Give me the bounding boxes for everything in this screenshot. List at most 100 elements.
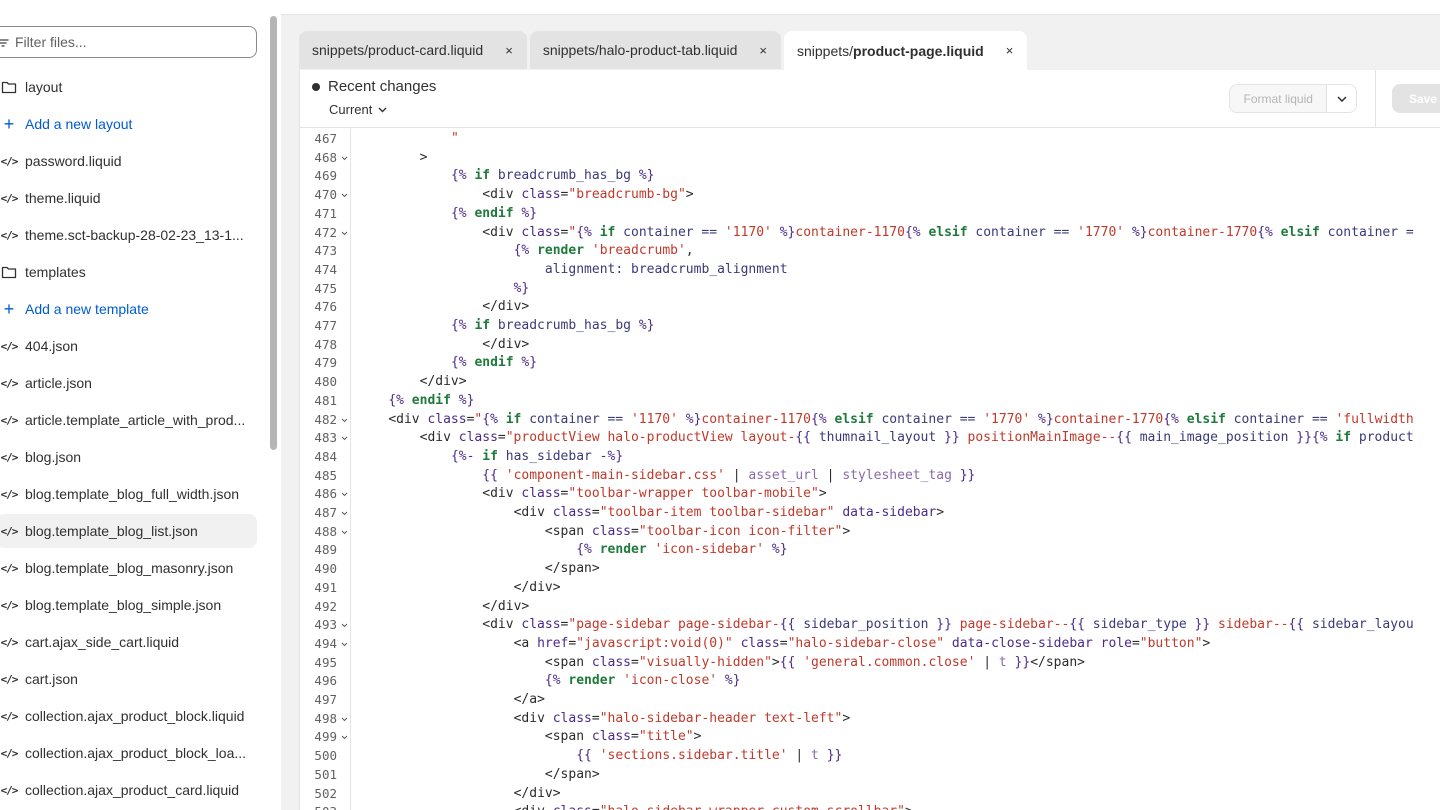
line-number: 478	[314, 336, 337, 352]
folder-item[interactable]: layout	[0, 70, 257, 104]
format-options-button[interactable]	[1327, 85, 1356, 112]
item-label: theme.liquid	[25, 190, 101, 206]
code-line: 475%}	[300, 279, 1440, 298]
line-number: 501	[314, 766, 337, 782]
code-line: 478 </div>	[300, 335, 1440, 354]
code-line: 483 <div class="productView halo-productV…	[300, 428, 1440, 447]
line-number: 484	[314, 448, 337, 464]
file-item[interactable]: </> theme.liquid	[0, 181, 257, 215]
code-file-icon: </>	[0, 154, 19, 168]
tab-filename: product-page.liquid	[853, 42, 984, 59]
fold-chevron-icon[interactable]	[341, 186, 348, 205]
code-text: {% render 'breadcrumb',	[513, 243, 694, 259]
code-line: 474 alignment: breadcrumb_alignment	[300, 260, 1440, 279]
file-item[interactable]: </> blog.json	[0, 440, 257, 474]
plus-icon: +	[3, 298, 15, 319]
code-line: 503 <div class="halo-sidebar-wrapper cust…	[300, 802, 1440, 810]
code-editor: Recent changes Current Format liquid Sav…	[299, 70, 1440, 810]
line-number: 494	[314, 635, 337, 651]
fold-chevron-icon[interactable]	[341, 635, 348, 654]
item-label: blog.template_blog_simple.json	[25, 597, 222, 613]
code-text: </div>	[513, 579, 561, 595]
file-tab[interactable]: snippets/halo-product-tab.liquid ×	[529, 31, 781, 69]
line-number: 480	[314, 374, 337, 390]
code-text: <a href="javascript:void(0)" class="halo…	[513, 635, 1211, 651]
fold-chevron-icon[interactable]	[341, 485, 348, 504]
add-file-link[interactable]: + Add a new template	[0, 292, 257, 326]
filter-input[interactable]	[15, 34, 235, 50]
code-line: 468 >	[300, 148, 1440, 167]
code-area[interactable]: 467 " 468 >469 {% if breadcrumb_has_bg %} 470…	[300, 129, 1440, 810]
line-number: 489	[314, 542, 337, 558]
fold-chevron-icon[interactable]	[341, 504, 348, 523]
line-number: 499	[314, 729, 337, 745]
file-item[interactable]: </> cart.ajax_side_cart.liquid	[0, 625, 257, 659]
add-file-link[interactable]: + Add a new layout	[0, 107, 257, 141]
code-text: <span class="toolbar-icon icon-filter">	[544, 523, 851, 539]
close-tab-icon[interactable]: ×	[505, 43, 513, 58]
close-tab-icon[interactable]: ×	[1006, 43, 1014, 58]
file-item[interactable]: </> collection.ajax_product_block.liquid	[0, 699, 257, 733]
code-text: {% if breadcrumb_has_bg %}	[450, 318, 655, 333]
code-line: 470 <div class="breadcrumb-bg">	[300, 185, 1440, 204]
file-tab[interactable]: snippets/product-card.liquid ×	[299, 31, 527, 69]
line-number: 479	[314, 355, 337, 371]
code-line: 496 {% render 'icon-close' %}	[300, 671, 1440, 690]
file-item[interactable]: </> blog.template_blog_simple.json	[0, 588, 257, 622]
code-text: {%- if has_sidebar -%}	[450, 448, 624, 464]
code-text: <div class="page-sidebar page-sidebar-{{…	[482, 617, 1414, 633]
file-item[interactable]: </> password.liquid	[0, 144, 257, 178]
file-tab[interactable]: snippets/product-page.liquid ×	[783, 31, 1028, 70]
file-item[interactable]: </> 404.json	[0, 329, 257, 363]
fold-chevron-icon[interactable]	[341, 411, 348, 430]
file-item[interactable]: </> article.json	[0, 366, 257, 400]
code-text: </div>	[513, 785, 561, 801]
version-dropdown[interactable]: Current	[329, 102, 387, 117]
line-number: 468	[314, 149, 337, 165]
file-item[interactable]: </> blog.template_blog_full_width.json	[0, 477, 257, 511]
file-item[interactable]: </> theme.sct-backup-28-02-23_13-1...	[0, 218, 257, 252]
item-label: blog.template_blog_list.json	[25, 523, 198, 539]
code-line: 467 "	[300, 129, 1440, 148]
code-text: </div>	[482, 336, 530, 352]
code-text: {% endif %}	[450, 355, 538, 371]
code-line: 479 {% endif %}	[300, 353, 1440, 372]
code-file-icon: </>	[0, 487, 19, 501]
code-line: 492 </div>	[300, 597, 1440, 616]
file-item[interactable]: </> article.template_article_with_prod...	[0, 403, 257, 437]
fold-chevron-icon[interactable]	[341, 224, 348, 243]
code-line: 477 {% if breadcrumb_has_bg %}	[300, 316, 1440, 335]
close-tab-icon[interactable]: ×	[759, 43, 767, 58]
filter-box[interactable]	[0, 26, 257, 58]
file-item[interactable]: </> blog.template_blog_list.json	[0, 514, 257, 548]
folder-item[interactable]: templates	[0, 255, 257, 289]
save-button[interactable]: Save	[1392, 84, 1440, 113]
chevron-down-icon	[378, 105, 387, 115]
file-item[interactable]: </> collection.ajax_product_block_loa...	[0, 736, 257, 770]
fold-chevron-icon[interactable]	[341, 523, 348, 542]
item-label: password.liquid	[25, 153, 122, 169]
fold-chevron-icon[interactable]	[341, 728, 348, 747]
fold-chevron-icon[interactable]	[341, 616, 348, 635]
file-item[interactable]: </> collection.ajax_product_card.liquid	[0, 773, 257, 807]
code-file-icon: </>	[0, 228, 19, 242]
code-text: </span>	[544, 766, 600, 782]
code-line: 501 </span>	[300, 765, 1440, 784]
line-number: 472	[314, 224, 337, 240]
code-file-icon: </>	[0, 413, 19, 427]
line-number: 493	[314, 617, 337, 633]
sidebar-scrollbar[interactable]	[270, 16, 277, 450]
main-area: snippets/product-card.liquid × snippets/ha…	[281, 14, 1440, 810]
plus-icon: +	[3, 113, 15, 134]
line-number: 500	[314, 748, 337, 764]
fold-chevron-icon[interactable]	[341, 149, 348, 168]
code-line: 500 {{ 'sections.sidebar.title' | t }}	[300, 746, 1440, 765]
format-liquid-button[interactable]: Format liquid	[1230, 85, 1328, 112]
fold-chevron-icon[interactable]	[341, 710, 348, 729]
file-item[interactable]: </> blog.template_blog_masonry.json	[0, 551, 257, 585]
item-label: layout	[25, 79, 63, 95]
line-number: 485	[314, 467, 337, 483]
code-line: 502 </div>	[300, 784, 1440, 803]
fold-chevron-icon[interactable]	[341, 429, 348, 448]
file-item[interactable]: </> cart.json	[0, 662, 257, 696]
